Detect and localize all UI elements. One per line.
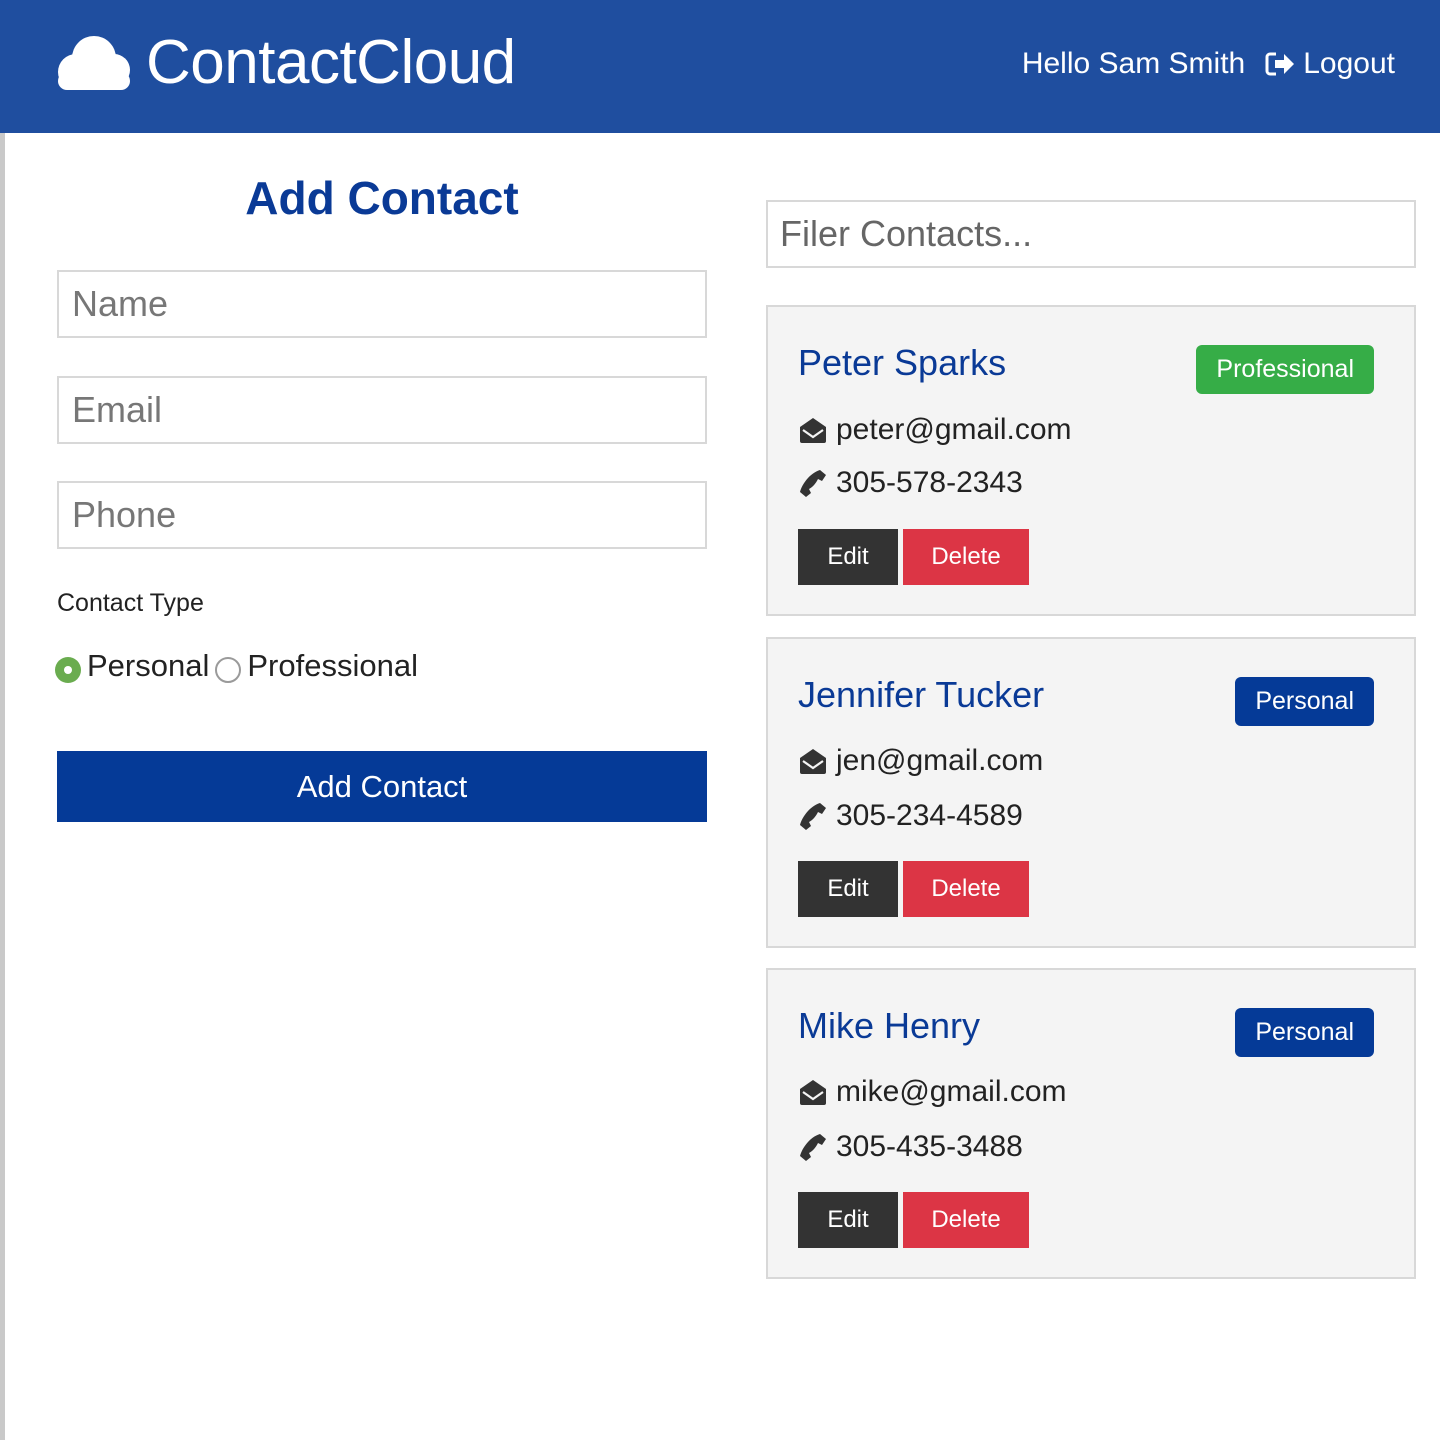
phone-icon xyxy=(798,468,836,498)
page-left-border xyxy=(0,133,5,1440)
envelope-open-icon xyxy=(798,746,836,776)
envelope-open-icon xyxy=(798,1077,836,1107)
contact-type-label: Contact Type xyxy=(57,589,204,617)
contact-phone: 305-234-4589 xyxy=(798,796,1023,836)
contact-phone-text: 305-435-3488 xyxy=(836,1130,1023,1163)
contact-phone-text: 305-234-4589 xyxy=(836,799,1023,832)
logout-label: Logout xyxy=(1303,47,1395,80)
contact-email: peter@gmail.com xyxy=(798,410,1072,450)
contact-type-badge: Professional xyxy=(1196,345,1374,394)
contact-email: mike@gmail.com xyxy=(798,1072,1067,1112)
delete-button[interactable]: Delete xyxy=(903,1192,1029,1248)
radio-professional[interactable] xyxy=(215,657,242,683)
filter-contacts-input[interactable] xyxy=(766,200,1416,268)
phone-icon xyxy=(798,801,836,831)
contact-card: Jennifer Tucker Personal jen@gmail.com 3… xyxy=(766,637,1416,948)
contact-actions: Edit Delete xyxy=(798,861,1029,917)
contact-email-text: peter@gmail.com xyxy=(836,413,1072,446)
delete-button[interactable]: Delete xyxy=(903,529,1029,585)
phone-input[interactable] xyxy=(57,481,707,549)
user-greeting: Hello Sam Smith xyxy=(1021,47,1246,80)
name-input[interactable] xyxy=(57,270,707,338)
logout-link[interactable]: Logout xyxy=(1265,47,1395,81)
app-page: ContactCloud Hello Sam Smith Logout Add … xyxy=(0,0,1440,1440)
contact-email-text: mike@gmail.com xyxy=(836,1075,1067,1108)
contact-type-badge: Personal xyxy=(1235,677,1374,726)
edit-button[interactable]: Edit xyxy=(798,1192,898,1248)
edit-button[interactable]: Edit xyxy=(798,861,898,917)
contact-name: Mike Henry xyxy=(798,1005,981,1046)
sign-out-icon xyxy=(1265,51,1303,77)
edit-button[interactable]: Edit xyxy=(798,529,898,585)
brand[interactable]: ContactCloud xyxy=(56,28,516,98)
contact-email-text: jen@gmail.com xyxy=(836,744,1044,777)
email-input[interactable] xyxy=(57,376,707,444)
contact-type-radio-group: Personal Professional xyxy=(55,648,418,684)
contact-actions: Edit Delete xyxy=(798,529,1029,585)
navbar: ContactCloud Hello Sam Smith Logout xyxy=(0,0,1440,133)
contact-card: Peter Sparks Professional peter@gmail.co… xyxy=(766,305,1416,616)
nav-user-area: Hello Sam Smith Logout xyxy=(1022,41,1395,87)
envelope-open-icon xyxy=(798,415,836,445)
cloud-icon xyxy=(56,34,132,92)
radio-personal-label[interactable]: Personal xyxy=(87,648,209,684)
phone-icon xyxy=(798,1132,836,1162)
add-contact-button[interactable]: Add Contact xyxy=(57,751,707,822)
contact-phone: 305-435-3488 xyxy=(798,1127,1023,1167)
contact-email: jen@gmail.com xyxy=(798,741,1043,781)
contact-phone-text: 305-578-2343 xyxy=(836,466,1023,499)
form-title: Add Contact xyxy=(245,172,519,224)
contact-phone: 305-578-2343 xyxy=(798,463,1023,503)
contact-type-badge: Personal xyxy=(1235,1008,1374,1057)
contact-actions: Edit Delete xyxy=(798,1192,1029,1248)
radio-professional-label[interactable]: Professional xyxy=(247,648,418,684)
contact-name: Peter Sparks xyxy=(798,342,1007,383)
contact-name: Jennifer Tucker xyxy=(798,674,1045,715)
radio-personal[interactable] xyxy=(55,657,81,683)
brand-title: ContactCloud xyxy=(146,28,516,97)
delete-button[interactable]: Delete xyxy=(903,861,1029,917)
contact-card: Mike Henry Personal mike@gmail.com 305-4… xyxy=(766,968,1416,1279)
